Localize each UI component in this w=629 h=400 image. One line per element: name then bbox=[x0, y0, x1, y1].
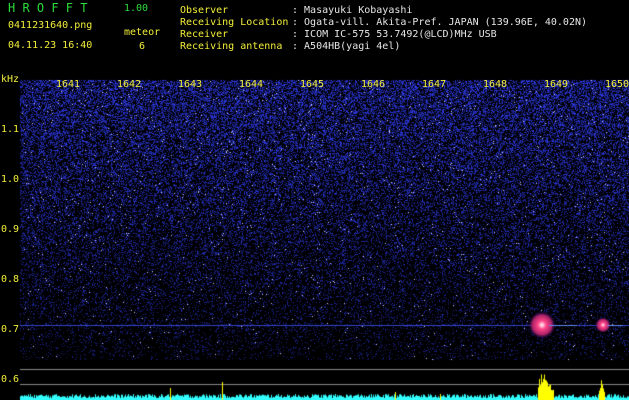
observer-label: Observer bbox=[180, 5, 229, 16]
y-tick-label: 1.1 bbox=[1, 124, 20, 135]
location-value: : Ogata-vill. Akita-Pref. JAPAN (139.96E… bbox=[292, 17, 588, 28]
app-version: 1.00 bbox=[124, 3, 149, 14]
receiver-label: Receiver bbox=[180, 29, 229, 40]
file-name: 0411231640.png bbox=[8, 20, 93, 31]
x-tick-label: 1641 bbox=[56, 79, 81, 90]
antenna-label: Receiving antenna bbox=[180, 41, 283, 52]
y-axis-unit: kHz bbox=[1, 74, 20, 85]
x-tick-label: 1645 bbox=[300, 79, 325, 90]
y-tick-label: 0.7 bbox=[1, 324, 20, 335]
receiver-value: : ICOM IC-575 53.7492(@LCD)MHz USB bbox=[292, 29, 497, 40]
app-title: H R O F F T bbox=[8, 1, 88, 15]
meteor-count: 6 bbox=[139, 41, 146, 52]
x-tick-label: 1644 bbox=[239, 79, 264, 90]
y-tick-label: 0.8 bbox=[1, 274, 20, 285]
x-tick-label: 1649 bbox=[544, 79, 569, 90]
y-tick-label: 0.6 bbox=[1, 374, 20, 385]
meteor-label: meteor bbox=[124, 27, 161, 38]
y-tick-label: 1.0 bbox=[1, 174, 20, 185]
x-tick-label: 1646 bbox=[361, 79, 386, 90]
observer-value: : Masayuki Kobayashi bbox=[292, 5, 413, 16]
spectrogram-canvas bbox=[0, 78, 629, 400]
header-panel: H R O F F T 1.00 0411231640.png 04.11.23… bbox=[0, 0, 629, 78]
x-tick-label: 1648 bbox=[483, 79, 508, 90]
x-tick-label: 1642 bbox=[117, 79, 142, 90]
antenna-value: : A504HB(yagi 4el) bbox=[292, 41, 401, 52]
x-tick-label: 1647 bbox=[422, 79, 447, 90]
x-tick-label: 1650 bbox=[605, 79, 629, 90]
y-tick-label: 0.9 bbox=[1, 224, 20, 235]
x-tick-label: 1643 bbox=[178, 79, 203, 90]
date-time: 04.11.23 16:40 bbox=[8, 40, 93, 51]
location-label: Receiving Location bbox=[180, 17, 289, 28]
